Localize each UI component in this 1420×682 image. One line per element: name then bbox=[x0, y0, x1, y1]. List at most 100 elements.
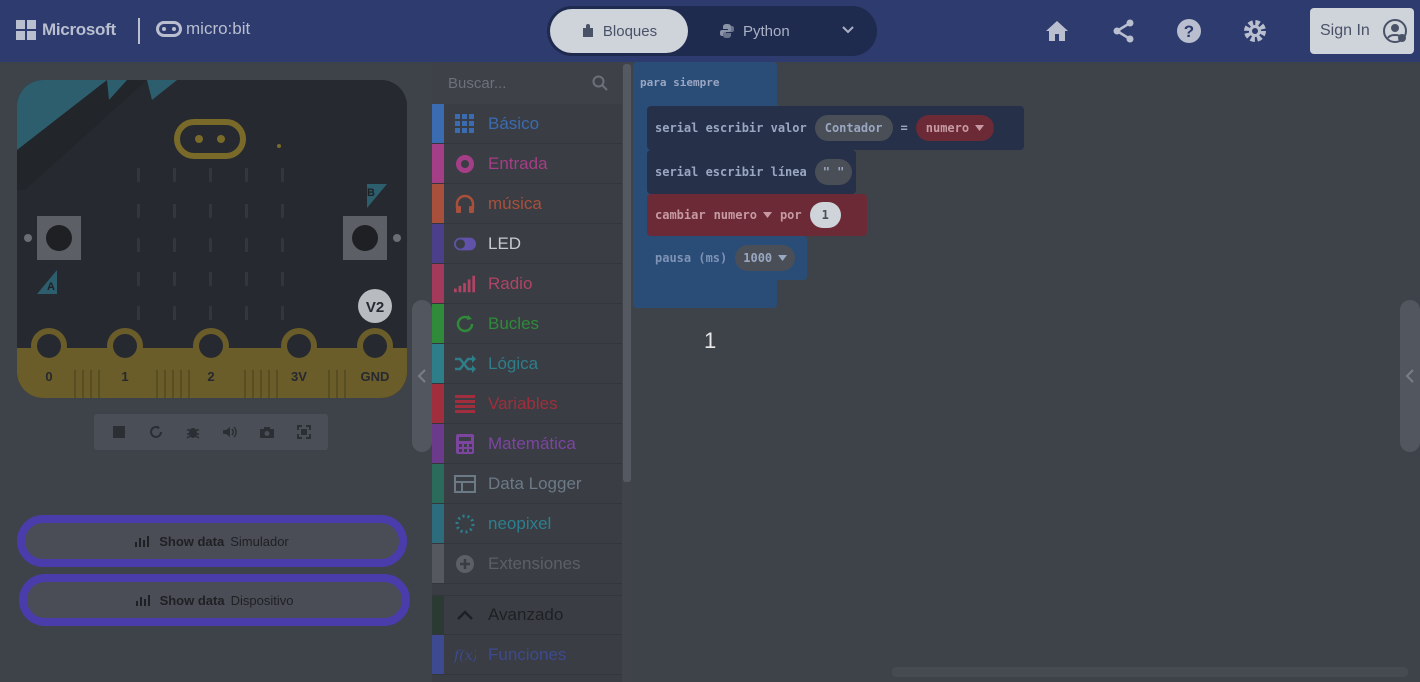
microbit-simulator[interactable]: A B V2 0 1 2 3V GND bbox=[17, 80, 407, 398]
signin-label: Sign In bbox=[1320, 22, 1370, 39]
category-label: Básico bbox=[488, 113, 540, 133]
pin-gnd-label: GND bbox=[361, 369, 390, 384]
var-dropdown[interactable]: numero bbox=[915, 115, 995, 141]
home-icon[interactable] bbox=[1044, 18, 1070, 44]
microsoft-grid-icon bbox=[16, 20, 36, 40]
pause-label: pausa (ms) bbox=[655, 251, 728, 265]
var-name: numero bbox=[925, 121, 970, 135]
category-label: Data Logger bbox=[488, 473, 582, 493]
microsoft-logo[interactable]: Microsoft bbox=[16, 20, 116, 40]
gear-icon[interactable] bbox=[1242, 18, 1268, 44]
search-icon[interactable] bbox=[592, 75, 608, 91]
change-label: cambiar bbox=[655, 208, 706, 222]
button-b-label: B bbox=[367, 187, 375, 199]
pause-value: 1000 bbox=[743, 251, 773, 265]
category-label: neopixel bbox=[488, 513, 552, 533]
chevron-down-icon[interactable] bbox=[839, 21, 857, 39]
simulator-toolbar bbox=[94, 414, 328, 450]
table-icon bbox=[454, 473, 476, 495]
value-name-field[interactable]: Contador bbox=[814, 115, 893, 141]
by-value: 1 bbox=[821, 208, 829, 222]
toolbox-scrollbar-thumb[interactable] bbox=[623, 64, 631, 482]
show-data-device-button[interactable]: Show data Dispositivo bbox=[19, 574, 410, 626]
change-var-dropdown[interactable]: numero bbox=[714, 208, 772, 222]
category-music[interactable]: música bbox=[432, 184, 622, 224]
category-logic[interactable]: Lógica bbox=[432, 344, 622, 384]
category-extensions[interactable]: Extensiones bbox=[432, 544, 622, 584]
block-toolbox: Buscar... Básico Entrada música LED Radi… bbox=[432, 62, 632, 682]
pin-3v-label: 3V bbox=[291, 369, 307, 384]
caret-down-icon bbox=[762, 212, 772, 218]
lines-icon bbox=[454, 393, 476, 415]
user-icon bbox=[1382, 19, 1407, 43]
category-neopixel[interactable]: neopixel bbox=[432, 504, 622, 544]
blocks-workspace[interactable]: para siempre serial escribir valor Conta… bbox=[632, 62, 1420, 682]
category-functions[interactable]: f(x) Funciones bbox=[432, 635, 622, 675]
category-label: música bbox=[488, 193, 542, 213]
shuffle-icon bbox=[454, 353, 476, 375]
by-value-field[interactable]: 1 bbox=[809, 202, 841, 228]
microbit-icon bbox=[156, 21, 182, 37]
workspace-horizontal-scrollbar[interactable] bbox=[892, 667, 1408, 677]
category-led[interactable]: LED bbox=[432, 224, 622, 264]
pin-1-label: 1 bbox=[121, 369, 128, 384]
collapse-workspace-handle[interactable] bbox=[1400, 300, 1420, 452]
microbit-logo[interactable]: micro:bit bbox=[156, 19, 250, 39]
tab-blocks-label: Bloques bbox=[602, 22, 658, 40]
button-a-label: A bbox=[47, 281, 55, 293]
show-data-simulator-button[interactable]: Show data Simulador bbox=[17, 515, 407, 567]
header-bar: Microsoft micro:bit Bloques Python ? Sig… bbox=[0, 0, 1420, 62]
dotted-circle-icon bbox=[454, 513, 476, 535]
line-text-field[interactable]: " " bbox=[814, 159, 853, 185]
serial-write-line-block[interactable]: serial escribir línea " " bbox=[647, 150, 856, 194]
category-basic[interactable]: Básico bbox=[432, 104, 622, 144]
microsoft-label: Microsoft bbox=[42, 20, 116, 39]
stop-icon[interactable] bbox=[104, 418, 134, 446]
category-math[interactable]: Matemática bbox=[432, 424, 622, 464]
calculator-icon bbox=[454, 433, 476, 455]
tab-python[interactable]: Python bbox=[719, 9, 829, 53]
toggle-icon bbox=[454, 233, 476, 255]
serial-write-value-label: serial escribir valor bbox=[655, 121, 807, 135]
function-icon: f(x) bbox=[454, 644, 476, 666]
collapse-simulator-handle[interactable] bbox=[412, 300, 432, 452]
pause-dropdown[interactable]: 1000 bbox=[735, 245, 796, 271]
serial-output-value: 1 bbox=[704, 328, 717, 353]
category-label: Avanzado bbox=[488, 605, 564, 624]
restart-icon[interactable] bbox=[141, 418, 171, 446]
chevron-left-icon bbox=[1405, 369, 1414, 383]
puzzle-icon bbox=[582, 24, 593, 37]
equals-label: = bbox=[900, 121, 908, 135]
help-icon[interactable]: ? bbox=[1176, 18, 1202, 44]
sound-icon[interactable] bbox=[215, 418, 245, 446]
tab-blocks[interactable]: Bloques bbox=[550, 9, 688, 53]
camera-icon[interactable] bbox=[252, 418, 282, 446]
category-data-logger[interactable]: Data Logger bbox=[432, 464, 622, 504]
category-input[interactable]: Entrada bbox=[432, 144, 622, 184]
value-name-text: Contador bbox=[824, 121, 883, 135]
by-label: por bbox=[779, 208, 802, 222]
serial-write-value-block[interactable]: serial escribir valor Contador = numero bbox=[647, 106, 1024, 150]
category-label: Funciones bbox=[488, 644, 567, 664]
signin-button[interactable]: Sign In bbox=[1310, 8, 1414, 54]
pause-block[interactable]: pausa (ms) 1000 bbox=[647, 236, 807, 280]
category-loops[interactable]: Bucles bbox=[432, 304, 622, 344]
pin-2-label: 2 bbox=[207, 369, 214, 384]
search-placeholder: Buscar... bbox=[448, 74, 507, 92]
show-data-label: Show data bbox=[159, 592, 225, 608]
toolbox-search-input[interactable]: Buscar... bbox=[432, 62, 622, 104]
category-radio[interactable]: Radio bbox=[432, 264, 622, 304]
category-variables[interactable]: Variables bbox=[432, 384, 622, 424]
toolbox-scrollbar[interactable] bbox=[622, 62, 632, 682]
fullscreen-icon[interactable] bbox=[289, 418, 319, 446]
debug-icon[interactable] bbox=[178, 418, 208, 446]
refresh-icon bbox=[454, 313, 476, 335]
tab-python-label: Python bbox=[743, 22, 790, 40]
bar-chart-icon bbox=[135, 535, 150, 547]
category-advanced[interactable]: Avanzado bbox=[432, 595, 622, 635]
change-var-block[interactable]: cambiar numero por 1 bbox=[647, 194, 867, 236]
share-icon[interactable] bbox=[1111, 18, 1137, 44]
show-data-target: Simulador bbox=[230, 533, 289, 549]
target-icon bbox=[454, 153, 476, 175]
serial-write-line-label: serial escribir línea bbox=[655, 165, 807, 179]
